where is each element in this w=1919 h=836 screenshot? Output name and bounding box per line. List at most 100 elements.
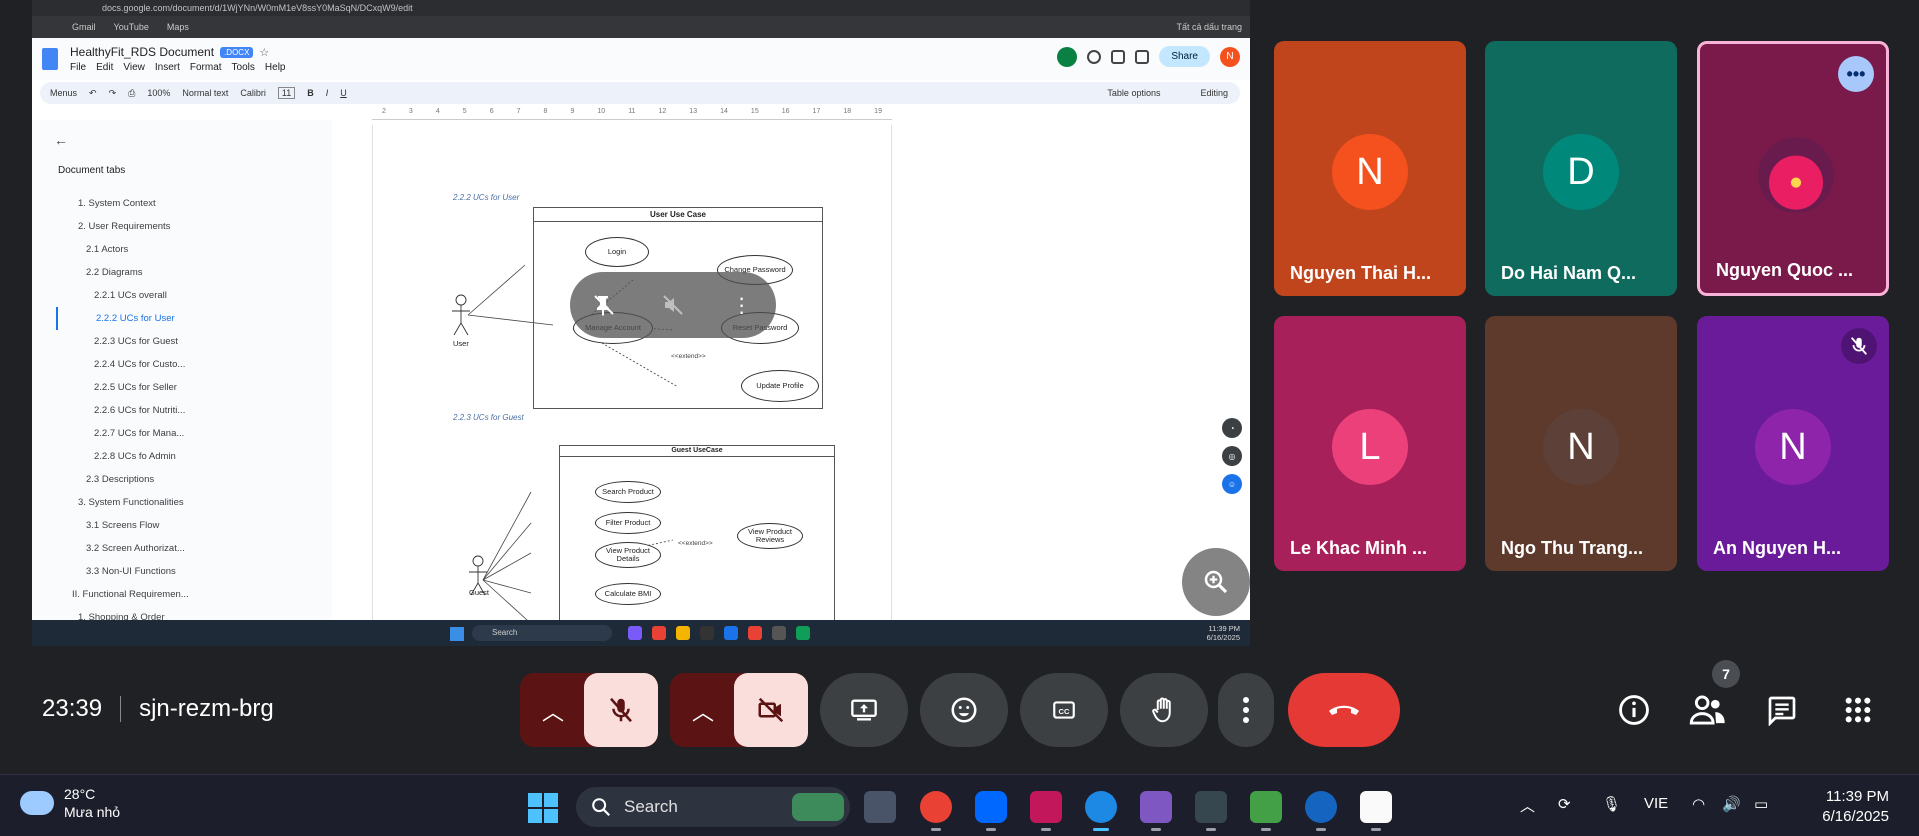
comment-icon[interactable] xyxy=(1111,49,1126,64)
taskbar-search[interactable]: Search xyxy=(576,787,850,827)
menu-insert[interactable]: Insert xyxy=(155,62,180,73)
audio-options-chevron-icon[interactable]: ︿ xyxy=(542,695,564,727)
pin-off-icon[interactable] xyxy=(590,291,618,319)
menu-file[interactable]: File xyxy=(70,62,86,73)
reactions-button[interactable] xyxy=(920,673,1008,747)
app-icon[interactable] xyxy=(1360,791,1392,831)
outline-item[interactable]: 3.2 Screen Authorizat... xyxy=(56,537,189,560)
weather-widget[interactable]: 28°C Mưa nhỏ xyxy=(20,785,120,821)
star-icon[interactable]: ☆ xyxy=(259,46,269,59)
outline-item[interactable]: 1. System Context xyxy=(56,192,189,215)
more-options-button[interactable] xyxy=(1218,673,1274,747)
meeting-details-button[interactable] xyxy=(1614,690,1654,730)
language-indicator[interactable]: VIE xyxy=(1644,795,1668,812)
outline-item[interactable]: 3.3 Non-UI Functions xyxy=(56,560,189,583)
tray-chevron-icon[interactable]: ︿ xyxy=(1520,795,1535,816)
table-options[interactable]: Table options xyxy=(1107,88,1160,98)
participant-tile[interactable]: L Le Khac Minh ... xyxy=(1274,316,1466,571)
meet-icon[interactable] xyxy=(1135,49,1150,64)
side-panel-icon-3[interactable]: ☺ xyxy=(1222,474,1242,494)
doc-title[interactable]: HealthyFit_RDS Document xyxy=(70,45,214,59)
outline-item[interactable]: 2. User Requirements xyxy=(56,215,189,238)
participant-tile[interactable]: Nguyen Quoc ... ••• xyxy=(1697,41,1889,296)
participant-tile[interactable]: N Ngo Thu Trang... xyxy=(1485,316,1677,571)
side-panel-icon-2[interactable]: ◎ xyxy=(1222,446,1242,466)
outline-item[interactable]: 3. System Functionalities xyxy=(56,491,189,514)
outline-item[interactable]: 2.2.3 UCs for Guest xyxy=(56,330,189,353)
redo-icon[interactable]: ↷ xyxy=(109,88,117,99)
outline-item[interactable]: 2.3 Descriptions xyxy=(56,468,189,491)
outline-item[interactable]: 2.1 Actors xyxy=(56,238,189,261)
menu-tools[interactable]: Tools xyxy=(232,62,255,73)
outline-item[interactable]: 2.2.8 UCs fo Admin xyxy=(56,445,189,468)
print-icon[interactable]: ⎙ xyxy=(128,88,135,99)
windows-start-icon[interactable] xyxy=(528,793,558,823)
terminal-icon[interactable] xyxy=(1195,791,1227,831)
menu-edit[interactable]: Edit xyxy=(96,62,113,73)
visual-studio-icon[interactable] xyxy=(1140,791,1172,831)
side-panel-icon[interactable]: ◔ xyxy=(1222,418,1242,438)
all-bookmarks[interactable]: Tất cả dấu trang xyxy=(1176,22,1242,32)
raise-hand-button[interactable] xyxy=(1120,673,1208,747)
battery-icon[interactable]: ▭ xyxy=(1754,795,1768,813)
tile-more-options-icon[interactable]: ••• xyxy=(1838,56,1874,92)
italic-icon[interactable]: I xyxy=(326,88,329,98)
zoom-select[interactable]: 100% xyxy=(147,88,170,98)
user-avatar[interactable]: N xyxy=(1220,46,1240,67)
outline-item[interactable]: 2.2.4 UCs for Custo... xyxy=(56,353,189,376)
participant-tile[interactable]: N An Nguyen H... xyxy=(1697,316,1889,571)
sync-icon[interactable]: ⟳ xyxy=(1558,795,1571,813)
captions-button[interactable]: CC xyxy=(1020,673,1108,747)
outline-item[interactable]: 2.2.7 UCs for Mana... xyxy=(56,422,189,445)
menus-search[interactable]: Menus xyxy=(50,88,77,98)
people-button[interactable] xyxy=(1688,690,1728,730)
browser-address-bar[interactable]: docs.google.com/document/d/1WjYNn/W0mM1e… xyxy=(32,0,1250,16)
mute-audio-icon[interactable] xyxy=(659,291,687,319)
meeting-code[interactable]: sjn-rezm-brg xyxy=(139,695,274,723)
collaborator-avatar[interactable] xyxy=(1057,46,1078,67)
bookmark-youtube[interactable]: YouTube xyxy=(114,22,149,32)
outline-item[interactable]: 2.2.5 UCs for Seller xyxy=(56,376,189,399)
docs-logo-icon[interactable] xyxy=(42,48,58,70)
edge-icon[interactable] xyxy=(1085,791,1117,831)
bookmark-maps[interactable]: Maps xyxy=(167,22,189,32)
more-options-icon[interactable]: ⋮ xyxy=(728,291,756,319)
doc-page[interactable]: 2.2.2 UCs for User User User Use Case Lo… xyxy=(372,125,892,645)
history-icon[interactable] xyxy=(1087,49,1102,64)
jetbrains-icon[interactable] xyxy=(1030,791,1062,831)
outline-item[interactable]: 2.2.1 UCs overall xyxy=(56,284,189,307)
editing-mode[interactable]: Editing xyxy=(1200,88,1228,98)
zalo-icon[interactable] xyxy=(975,791,1007,831)
font-size-input[interactable]: 11 xyxy=(277,87,296,99)
zoom-in-button[interactable] xyxy=(1182,548,1250,616)
menu-help[interactable]: Help xyxy=(265,62,286,73)
activities-button[interactable] xyxy=(1838,690,1878,730)
font-select[interactable]: Calibri xyxy=(240,88,266,98)
outline-item[interactable]: 2.2 Diagrams xyxy=(56,261,189,284)
camera-toggle-button[interactable] xyxy=(734,673,808,747)
snipping-tool-icon[interactable] xyxy=(1250,791,1282,831)
outline-item[interactable]: 2.2.6 UCs for Nutriti... xyxy=(56,399,189,422)
remote-desktop-icon[interactable] xyxy=(1305,791,1337,831)
chrome-icon[interactable] xyxy=(920,791,952,831)
ruler[interactable]: 2 3 4 5 6 7 8 9 10 11 12 13 14 15 16 17 18 19 xyxy=(372,108,892,120)
video-options-chevron-icon[interactable]: ︿ xyxy=(692,695,714,727)
present-screen-button[interactable] xyxy=(820,673,908,747)
chat-button[interactable] xyxy=(1762,690,1802,730)
underline-icon[interactable]: U xyxy=(340,88,347,98)
undo-icon[interactable]: ↶ xyxy=(89,88,97,99)
back-arrow-icon[interactable]: ← xyxy=(54,132,68,148)
outline-item[interactable]: II. Functional Requiremen... xyxy=(56,583,189,606)
task-view-icon[interactable] xyxy=(864,791,896,823)
bold-icon[interactable]: B xyxy=(307,88,314,98)
outline-item[interactable]: 2.2.2 UCs for User xyxy=(56,307,189,330)
participant-tile[interactable]: N Nguyen Thai H... xyxy=(1274,41,1466,296)
outline-item[interactable]: 3.1 Screens Flow xyxy=(56,514,189,537)
share-button[interactable]: Share xyxy=(1159,46,1210,67)
participant-tile[interactable]: D Do Hai Nam Q... xyxy=(1485,41,1677,296)
bookmark-gmail[interactable]: Gmail xyxy=(72,22,96,32)
system-clock[interactable]: 11:39 PM 6/16/2025 xyxy=(1822,787,1889,827)
menu-view[interactable]: View xyxy=(123,62,145,73)
menu-format[interactable]: Format xyxy=(190,62,222,73)
end-call-button[interactable] xyxy=(1288,673,1400,747)
